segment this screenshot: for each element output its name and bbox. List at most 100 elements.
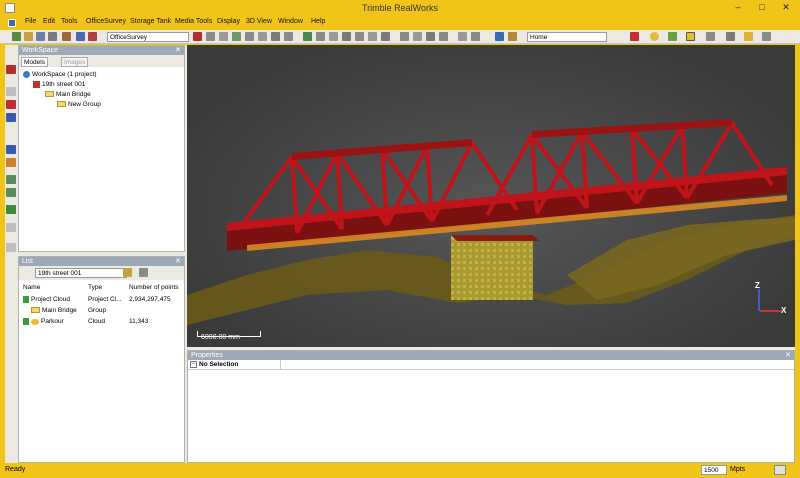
measure-icon[interactable] — [508, 32, 517, 41]
visibility-icon[interactable] — [23, 296, 29, 303]
folder-icon — [57, 101, 66, 108]
list-folder-icon[interactable] — [123, 268, 132, 277]
tool-icon-9[interactable] — [316, 32, 325, 41]
3d-viewport[interactable]: 6000.00 mm Z X — [187, 45, 795, 347]
tool-icon-2[interactable] — [219, 32, 228, 41]
cube-icon[interactable] — [6, 205, 16, 214]
undo-icon[interactable] — [76, 32, 85, 41]
tool-icon-11[interactable] — [342, 32, 351, 41]
view-combo[interactable]: Home — [527, 32, 607, 42]
render-icon[interactable] — [630, 32, 639, 41]
zoom-out-icon[interactable] — [6, 188, 16, 197]
tool-icon-22[interactable] — [706, 32, 715, 41]
tool-icon-13[interactable] — [368, 32, 377, 41]
collapse-icon[interactable]: − — [190, 361, 197, 368]
toolbar: OfficeSurvey Home — [0, 30, 800, 44]
left-tool-3-icon[interactable] — [6, 100, 16, 109]
left-tool-5-icon[interactable] — [6, 145, 16, 154]
left-tool-1-icon[interactable] — [6, 65, 16, 74]
open-icon[interactable] — [12, 32, 21, 41]
col-header-type[interactable]: Type — [88, 284, 102, 291]
tab-models[interactable]: Models — [21, 57, 48, 67]
tool-icon-12[interactable] — [355, 32, 364, 41]
tree-item-project[interactable]: 19th street 001 — [33, 81, 85, 88]
menu-file[interactable]: File — [25, 18, 36, 25]
menu-app-icon[interactable] — [8, 19, 16, 27]
left-tool-6-icon[interactable] — [6, 158, 16, 167]
tool-icon-10[interactable] — [329, 32, 338, 41]
menu-edit[interactable]: Edit — [43, 18, 55, 25]
maximize-button[interactable]: □ — [750, 0, 774, 15]
tool-icon-18[interactable] — [439, 32, 448, 41]
color-icon[interactable] — [495, 32, 504, 41]
left-tool-2-icon[interactable] — [6, 87, 16, 96]
list-view-icon[interactable] — [139, 268, 148, 277]
camera-icon[interactable] — [62, 32, 71, 41]
selected-mode-icon[interactable] — [686, 32, 695, 41]
zoom-in-icon[interactable] — [6, 175, 16, 184]
left-tool-7-icon[interactable] — [6, 223, 16, 232]
list-close-icon[interactable]: ✕ — [175, 257, 184, 266]
row-type: Cloud — [88, 318, 105, 325]
left-tool-8-icon[interactable] — [6, 243, 16, 252]
menu-storage-tank[interactable]: Storage Tank — [130, 18, 171, 25]
folder-icon[interactable] — [24, 32, 33, 41]
tree-item-main-bridge[interactable]: Main Bridge — [45, 91, 91, 98]
model-icon[interactable] — [193, 32, 202, 41]
title-bar: Trimble RealWorks – □ ✕ — [0, 0, 800, 17]
points-budget-input[interactable]: 1500 — [701, 465, 727, 475]
bridge-point-cloud — [187, 119, 795, 325]
status-settings-icon[interactable] — [774, 465, 786, 475]
row-name-text: Parkour — [41, 318, 64, 326]
z-axis-line — [758, 289, 760, 311]
visibility-icon[interactable] — [23, 318, 29, 325]
menu-display[interactable]: Display — [217, 18, 240, 25]
close-button[interactable]: ✕ — [774, 0, 798, 15]
workspace-panel: WorkSpace ✕ Models Images WorkSpace (1 pr… — [18, 45, 185, 252]
row-name: Project Cloud — [23, 296, 70, 303]
menu-window[interactable]: Window — [278, 18, 303, 25]
list-project-combo[interactable]: 19th street 001 — [35, 268, 127, 278]
tool-icon-21[interactable] — [668, 32, 677, 41]
menu-3d-view[interactable]: 3D View — [246, 18, 272, 25]
tool-icon-17[interactable] — [426, 32, 435, 41]
warning-icon[interactable] — [744, 32, 753, 41]
tool-icon-20[interactable] — [471, 32, 480, 41]
tool-icon-8[interactable] — [303, 32, 312, 41]
menu-media-tools[interactable]: Media Tools — [175, 18, 212, 25]
tree-item-new-group[interactable]: New Group — [57, 101, 101, 108]
row-type: Group — [88, 307, 107, 314]
col-header-name[interactable]: Name — [23, 284, 40, 291]
project-icon — [33, 81, 40, 88]
print-icon[interactable] — [48, 32, 57, 41]
status-bar: Ready 1500 Mpts — [0, 463, 800, 478]
menu-officesurvey[interactable]: OfficeSurvey — [86, 18, 126, 25]
tool-icon-4[interactable] — [245, 32, 254, 41]
col-header-points[interactable]: Number of points — [129, 284, 179, 291]
tree-item-workspace[interactable]: WorkSpace (1 project) — [23, 71, 97, 78]
tool-icon-7[interactable] — [284, 32, 293, 41]
tool-icon-24[interactable] — [762, 32, 771, 41]
tool-icon-19[interactable] — [458, 32, 467, 41]
tool-icon-1[interactable] — [206, 32, 215, 41]
tool-icon-16[interactable] — [413, 32, 422, 41]
save-icon[interactable] — [36, 32, 45, 41]
tool-icon-5[interactable] — [258, 32, 267, 41]
workspace-close-icon[interactable]: ✕ — [175, 46, 184, 55]
minimize-button[interactable]: – — [726, 0, 750, 15]
left-tool-4-icon[interactable] — [6, 113, 16, 122]
menu-help[interactable]: Help — [311, 18, 325, 25]
tool-icon-15[interactable] — [400, 32, 409, 41]
menu-tools[interactable]: Tools — [61, 18, 77, 25]
redo-icon[interactable] — [88, 32, 97, 41]
light-icon[interactable] — [650, 32, 659, 41]
column-divider — [280, 360, 281, 370]
tool-icon-14[interactable] — [381, 32, 390, 41]
tool-icon-6[interactable] — [271, 32, 280, 41]
folder-icon — [45, 91, 54, 98]
module-combo[interactable]: OfficeSurvey — [107, 32, 189, 42]
tool-icon-23[interactable] — [726, 32, 735, 41]
properties-close-icon[interactable]: ✕ — [785, 351, 794, 360]
tab-images[interactable]: Images — [61, 57, 89, 67]
tool-icon-3[interactable] — [232, 32, 241, 41]
